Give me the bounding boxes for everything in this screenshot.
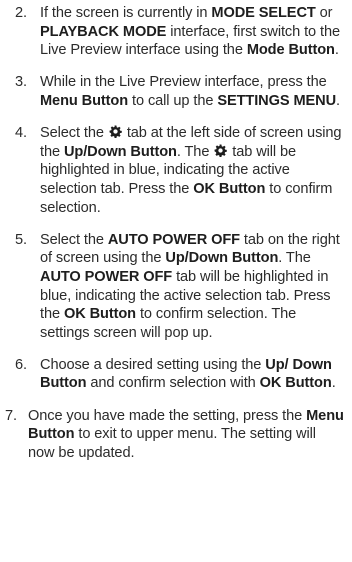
text-run: Once you have made the setting, press th… xyxy=(28,407,307,424)
text-run: Select the xyxy=(40,125,108,142)
gear-icon xyxy=(214,144,228,157)
text-run: to call up the xyxy=(128,92,218,109)
bold-term: MODE SELECT xyxy=(211,5,316,21)
text-run: or xyxy=(315,5,333,21)
bold-term: Menu Button xyxy=(40,92,129,109)
text-run: . xyxy=(331,375,336,392)
step-number: 7. xyxy=(5,407,17,424)
text-run: . The xyxy=(176,143,214,160)
bold-term: OK Button xyxy=(63,306,137,323)
bold-term: OK Button xyxy=(259,375,332,392)
text-run: If the screen is currently in xyxy=(40,5,212,21)
step-text: Select the tab at the left side of scree… xyxy=(40,125,342,215)
bold-term: PLAYBACK MODE xyxy=(40,23,167,40)
step-item: 2. If the screen is currently in MODE SEL… xyxy=(0,4,352,60)
step-item: 3. While in the Live Preview interface, p… xyxy=(0,73,352,110)
text-run: . xyxy=(336,92,340,109)
step-item: 5. Select the AUTO POWER OFF tab on the r… xyxy=(0,231,352,343)
instruction-steps: 2. If the screen is currently in MODE SEL… xyxy=(0,4,352,476)
text-run: . The xyxy=(278,250,311,267)
manual-page: 2. If the screen is currently in MODE SEL… xyxy=(0,0,352,562)
step-number: 3. xyxy=(15,74,27,91)
bold-term: Up/Down Button xyxy=(63,143,177,160)
step-item: 4. Select the tab at the left side of scr… xyxy=(0,124,352,217)
step-text: While in the Live Preview interface, pre… xyxy=(40,74,340,109)
bold-term: SETTINGS MENU xyxy=(217,92,337,109)
step-text: Choose a desired setting using the Up/ D… xyxy=(40,357,336,392)
text-run: Select the xyxy=(40,231,108,248)
step-item: 6. Choose a desired setting using the Up/… xyxy=(0,356,352,393)
step-number: 6. xyxy=(15,356,27,373)
bold-term: AUTO POWER OFF xyxy=(40,268,173,285)
step-text: Once you have made the setting, press th… xyxy=(28,408,344,461)
step-number: 4. xyxy=(15,125,27,142)
step-text: Select the AUTO POWER OFF tab on the rig… xyxy=(40,232,340,341)
step-number: 2. xyxy=(15,5,27,21)
step-text: If the screen is currently in MODE SELEC… xyxy=(40,5,340,58)
text-run: . xyxy=(334,42,339,59)
bold-term: Up/Down Button xyxy=(165,250,279,267)
bold-term: Mode Button xyxy=(246,42,335,59)
gear-icon xyxy=(109,125,122,139)
step-item: 7. Once you have made the setting, press … xyxy=(0,407,352,463)
text-run: While in the Live Preview interface, pre… xyxy=(40,74,327,91)
bold-term: OK Button xyxy=(193,180,266,197)
text-run: and confirm selection with xyxy=(86,375,260,392)
step-number: 5. xyxy=(15,231,27,248)
bold-term: AUTO POWER OFF xyxy=(107,231,240,248)
text-run: Choose a desired setting using the xyxy=(40,356,266,373)
